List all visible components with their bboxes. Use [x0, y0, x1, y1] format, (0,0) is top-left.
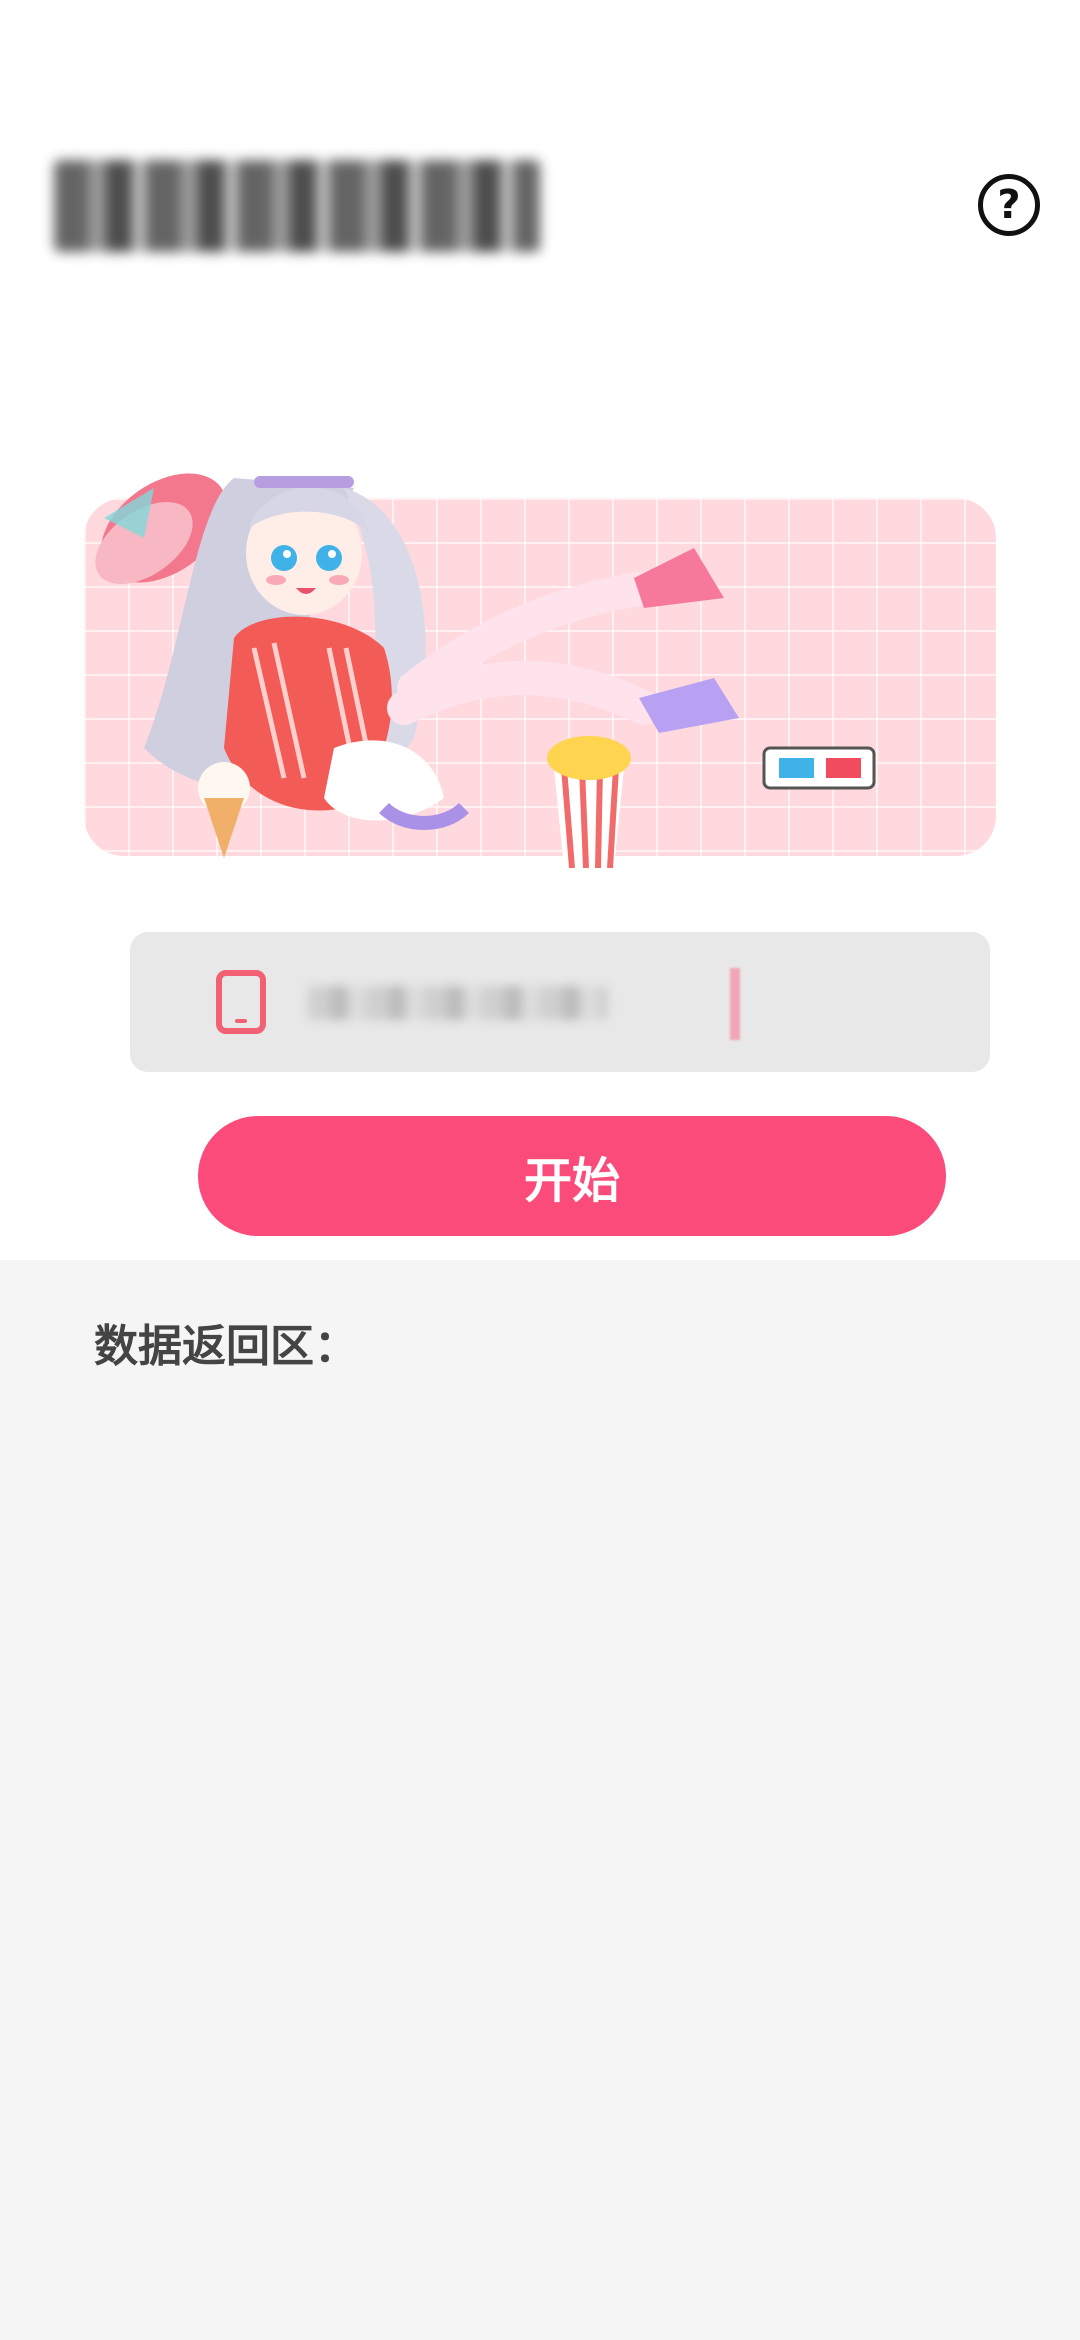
top-section: ? 开始 — [0, 0, 1080, 1260]
text-cursor — [730, 968, 740, 1040]
start-button[interactable]: 开始 — [198, 1116, 946, 1236]
phone-input-field[interactable] — [130, 932, 990, 1072]
result-area: 数据返回区： — [0, 1260, 1080, 2340]
question-circle-icon: ? — [997, 182, 1021, 228]
anime-girl-illustration — [95, 473, 876, 868]
help-button[interactable]: ? — [978, 174, 1040, 236]
result-area-label: 数据返回区： — [94, 1321, 358, 1372]
phone-icon — [216, 970, 266, 1034]
app-title-redacted — [54, 160, 540, 252]
phone-number-redacted[interactable] — [308, 974, 628, 1032]
